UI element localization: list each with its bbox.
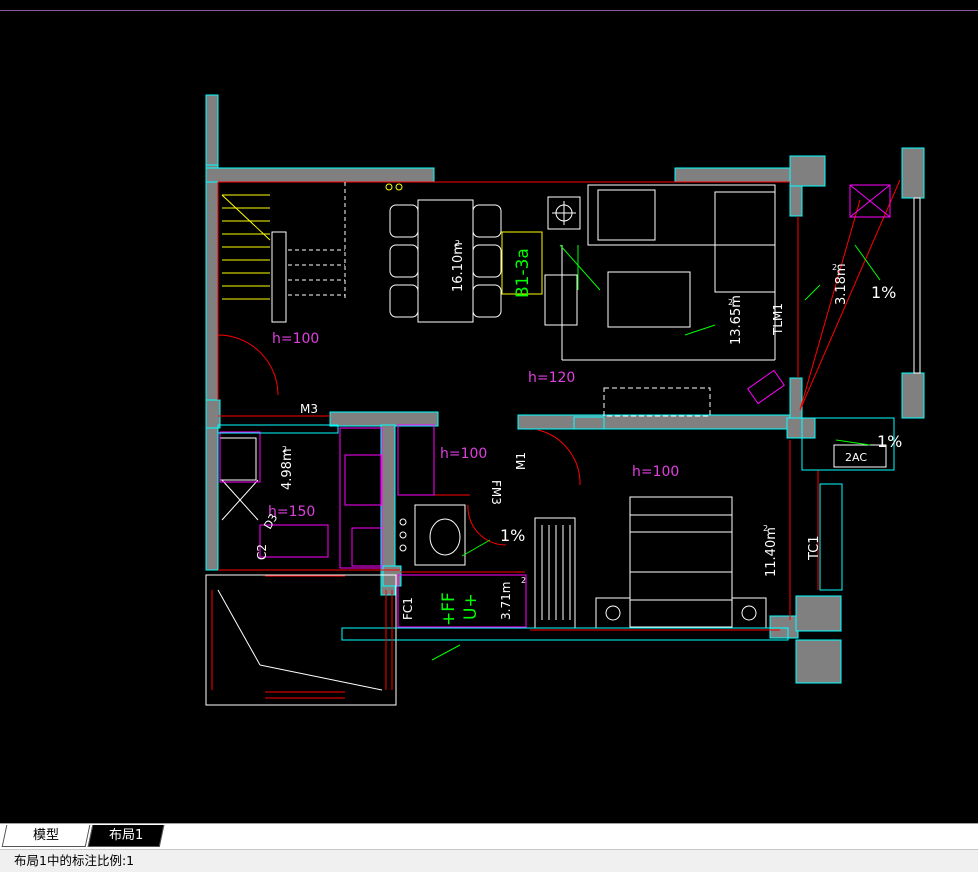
area-bedroom: 11.40m	[764, 527, 779, 577]
label-slope-2: 1%	[500, 526, 525, 545]
tab-model-label: 模型	[32, 828, 59, 843]
tab-layout1[interactable]: 布局1	[87, 825, 165, 847]
tag-tc1: TC1	[807, 535, 822, 561]
area-bath: 3.71m	[499, 582, 513, 620]
tag-ffu: +FF	[439, 592, 459, 626]
area-dining: 16.10m	[451, 242, 466, 292]
label-h100-b: h=100	[440, 446, 487, 462]
walls	[205, 94, 925, 684]
tag-ffu2: U+	[461, 593, 481, 620]
stairs	[221, 194, 271, 300]
tag-fc1: FC1	[401, 597, 415, 620]
label-slope-3: 1%	[877, 432, 902, 451]
sup-kitchen: 2	[282, 445, 287, 454]
status-text: 布局1中的标注比例:1	[14, 853, 135, 868]
label-2ac: 2AC	[845, 451, 867, 464]
area-kitchen: 4.98m	[280, 448, 295, 490]
tag-c2: C2	[255, 544, 269, 560]
label-h120: h=120	[528, 370, 575, 386]
sup-bedroom: 2	[763, 524, 768, 533]
status-bar: 布局1中的标注比例:1	[0, 849, 978, 872]
sup-balcony: 2	[832, 263, 837, 272]
tag-fm3: FM3	[489, 480, 503, 505]
sup-bath: 2	[521, 576, 526, 585]
sup-living: 2	[728, 298, 733, 307]
layout-tabs-bar: 模型 布局1	[0, 823, 978, 849]
dining-table	[385, 183, 502, 323]
window-top-border	[0, 0, 978, 11]
wardrobe	[534, 517, 576, 629]
label-h100-c: h=100	[632, 464, 679, 480]
tab-model[interactable]: 模型	[1, 825, 91, 847]
floor-plan: h=100 h=120 h=100 h=100 h=150 M3 2AC 1% …	[205, 94, 925, 706]
bed	[595, 496, 767, 629]
tag-m1: M1	[514, 452, 528, 470]
tab-layout1-label: 布局1	[108, 828, 144, 843]
tag-b13a: B1-3a	[513, 248, 533, 298]
label-h100-a: h=100	[272, 331, 319, 347]
drawing-canvas[interactable]: h=100 h=120 h=100 h=100 h=150 M3 2AC 1% …	[0, 11, 978, 823]
tag-tlm1: TLM1	[771, 303, 785, 336]
toilet	[399, 504, 466, 566]
label-slope-1: 1%	[871, 283, 896, 302]
sup-dining: 2	[455, 239, 460, 248]
label-m3: M3	[300, 402, 318, 416]
